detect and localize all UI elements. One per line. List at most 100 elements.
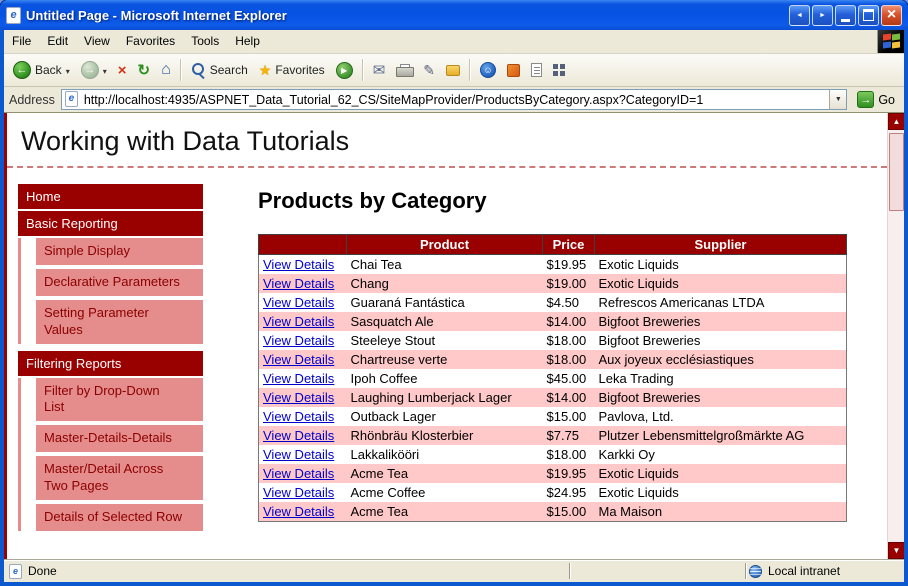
sidebar-item-filtering-reports[interactable]: Filtering Reports: [18, 350, 203, 376]
address-input-box: [60, 89, 848, 110]
main-content: Products by Category Product Price Suppl…: [258, 184, 847, 538]
menu-tools[interactable]: Tools: [183, 30, 227, 53]
favorites-button[interactable]: Favorites: [254, 60, 330, 80]
media-button[interactable]: [331, 59, 358, 82]
details-cell: View Details: [259, 502, 347, 522]
minimize-button[interactable]: [835, 4, 856, 26]
edit-button[interactable]: [418, 60, 440, 80]
view-details-link[interactable]: View Details: [263, 352, 334, 367]
restore-button[interactable]: [858, 4, 879, 26]
sidebar-item-filter-by-drop-down-list[interactable]: Filter by Drop-Down List: [36, 377, 203, 422]
product-cell: Ipoh Coffee: [350, 371, 418, 386]
table-row: View Details Acme Tea $15.00 Ma Maison: [258, 502, 847, 522]
print-button[interactable]: [391, 61, 417, 80]
supplier-cell: Exotic Liquids: [598, 466, 679, 481]
web-page: Working with Data Tutorials Home Basic Re…: [4, 113, 887, 559]
products-table: Product Price Supplier View Details Chai…: [258, 234, 847, 522]
sidebar-item-home[interactable]: Home: [18, 184, 203, 209]
menu-favorites[interactable]: Favorites: [118, 30, 183, 53]
sidebar-item-simple-display[interactable]: Simple Display: [36, 238, 203, 265]
refresh-button[interactable]: [132, 60, 155, 81]
view-details-link[interactable]: View Details: [263, 409, 334, 424]
supplier-cell: Refrescos Americanas LTDA: [598, 295, 765, 310]
sidebar-submenu-group: Simple Display Declarative Parameters Sett…: [18, 238, 203, 344]
product-cell: Sasquatch Ale: [350, 314, 434, 329]
page-body: Home Basic Reporting Simple Display Declara…: [7, 168, 887, 538]
back-button[interactable]: Back: [8, 58, 75, 82]
view-details-link[interactable]: View Details: [263, 276, 334, 291]
back-label: Back: [35, 63, 62, 77]
sidebar-item-declarative-parameters[interactable]: Declarative Parameters: [36, 268, 203, 296]
view-details-link[interactable]: View Details: [263, 371, 334, 386]
scroll-up-button[interactable]: [888, 113, 904, 130]
scrollbar-thumb[interactable]: [889, 133, 904, 211]
product-cell: Lakkalikööri: [350, 447, 420, 462]
forward-icon: [80, 61, 99, 79]
status-zone-panel: Local intranet: [749, 564, 899, 578]
table-row: View Details Chai Tea $19.95 Exotic Liqu…: [259, 255, 847, 275]
discuss-icon: [446, 64, 460, 76]
table-row: View Details Ipoh Coffee $45.00 Leka Tra…: [259, 369, 847, 388]
sidebar-item-details-of-selected-row[interactable]: Details of Selected Row: [36, 504, 203, 531]
product-cell: Rhönbräu Klosterbier: [350, 428, 474, 443]
menu-help[interactable]: Help: [227, 30, 268, 53]
forward-button[interactable]: [76, 58, 112, 82]
forward-dropdown-icon: [103, 63, 107, 77]
research-button[interactable]: [502, 61, 525, 80]
sidebar: Home Basic Reporting Simple Display Declara…: [18, 184, 203, 538]
menu-view[interactable]: View: [76, 30, 118, 53]
view-details-link[interactable]: View Details: [263, 504, 334, 519]
tile-button[interactable]: [548, 61, 570, 79]
view-details-link[interactable]: View Details: [263, 314, 334, 329]
price-cell: $18.00: [546, 333, 587, 348]
close-button[interactable]: [881, 4, 902, 26]
mail-button[interactable]: [368, 60, 391, 81]
supplier-cell: Bigfoot Breweries: [598, 333, 701, 348]
product-cell: Acme Tea: [350, 504, 409, 519]
favorites-star-icon: [259, 63, 272, 77]
view-details-link[interactable]: View Details: [263, 428, 334, 443]
details-cell: View Details: [259, 426, 347, 445]
scroll-down-button[interactable]: [888, 542, 904, 559]
supplier-cell: Exotic Liquids: [598, 257, 679, 272]
stop-button[interactable]: [113, 60, 132, 81]
vertical-scrollbar[interactable]: [887, 113, 904, 559]
page-info-button[interactable]: [526, 60, 547, 80]
menu-edit[interactable]: Edit: [39, 30, 76, 53]
view-details-link[interactable]: View Details: [263, 333, 334, 348]
details-cell: View Details: [259, 274, 347, 293]
sidebar-item-setting-parameter-values[interactable]: Setting Parameter Values: [36, 299, 203, 344]
discuss-button[interactable]: [441, 62, 465, 79]
site-header: Working with Data Tutorials: [7, 113, 887, 168]
menubar: File Edit View Favorites Tools Help: [4, 30, 904, 54]
page-title: Products by Category: [258, 188, 487, 213]
menu-file[interactable]: File: [4, 30, 39, 53]
view-details-link[interactable]: View Details: [263, 485, 334, 500]
table-row: View Details Laughing Lumberjack Lager $…: [258, 388, 847, 407]
view-details-link[interactable]: View Details: [263, 257, 334, 272]
product-cell: Chang: [350, 276, 389, 291]
messenger-button[interactable]: [475, 59, 501, 81]
address-input[interactable]: [83, 90, 830, 109]
price-cell: $18.00: [546, 352, 587, 367]
view-details-link[interactable]: View Details: [263, 447, 334, 462]
search-button[interactable]: Search: [186, 60, 253, 81]
extra-window-button-right[interactable]: [812, 4, 833, 26]
sidebar-item-basic-reporting[interactable]: Basic Reporting: [18, 211, 203, 236]
media-icon: [335, 61, 353, 79]
product-cell: Acme Coffee: [350, 485, 426, 500]
view-details-link[interactable]: View Details: [263, 390, 334, 405]
extra-window-button-left[interactable]: [789, 4, 810, 26]
address-dropdown-button[interactable]: [829, 90, 847, 109]
sidebar-item-master-details-details[interactable]: Master-Details-Details: [36, 425, 203, 453]
view-details-link[interactable]: View Details: [263, 466, 334, 481]
price-cell: $19.00: [546, 276, 587, 291]
view-details-link[interactable]: View Details: [263, 295, 334, 310]
status-separator: [745, 563, 747, 579]
toolbar-separator: [469, 59, 471, 81]
home-button[interactable]: [156, 59, 176, 81]
sidebar-item-master-detail-across-two-pages[interactable]: Master/Detail Across Two Pages: [36, 456, 203, 501]
go-button[interactable]: Go: [853, 91, 899, 108]
favorites-label: Favorites: [275, 63, 325, 77]
table-row: View Details Chang $19.00 Exotic Liquids: [258, 274, 847, 293]
